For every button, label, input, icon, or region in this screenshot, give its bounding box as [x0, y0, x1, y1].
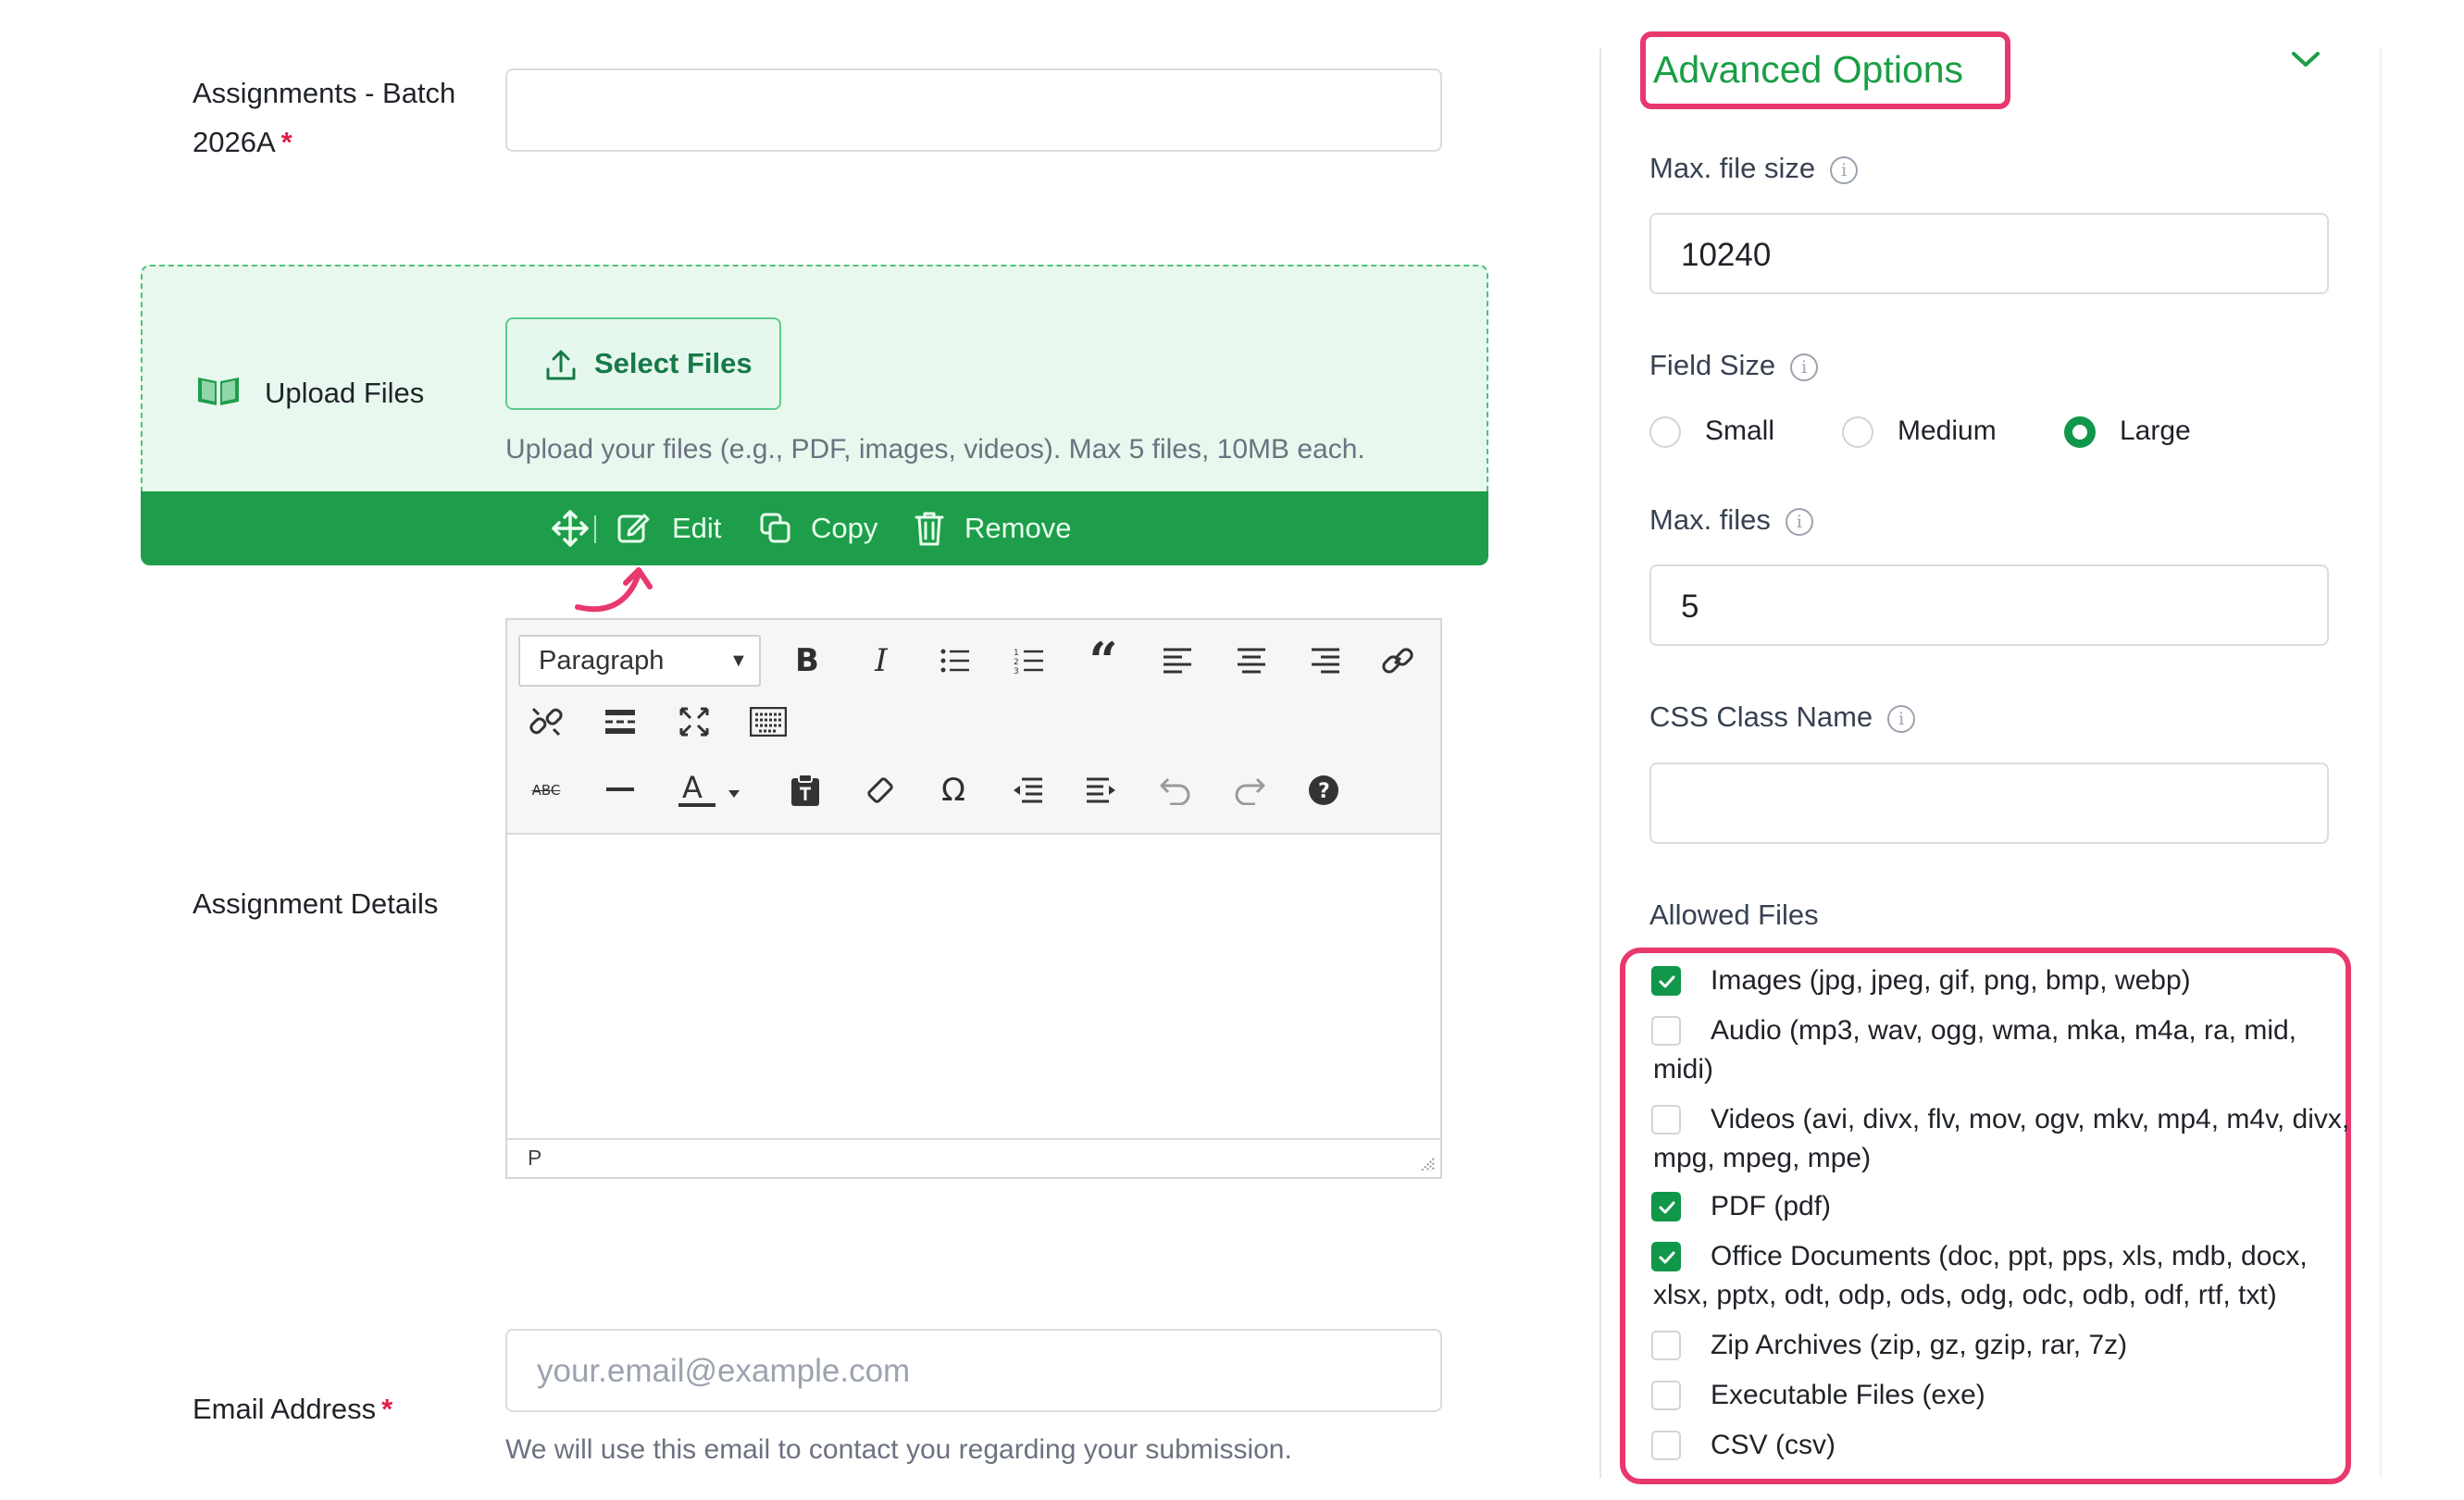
email-label: Email Address * [193, 1393, 393, 1425]
rich-text-editor: Paragraph ▼ B I 123 “ ABC A Ω ? P [505, 618, 1442, 1179]
upload-label: Upload Files [265, 377, 425, 409]
editor-statusbar: P [507, 1138, 1440, 1177]
details-label: Assignment Details [193, 887, 439, 920]
clear-formatting-icon[interactable] [855, 766, 903, 814]
align-right-icon[interactable] [1301, 637, 1350, 685]
field-size-small-label[interactable]: Small [1705, 413, 1774, 450]
field-size-medium-radio[interactable] [1842, 416, 1873, 448]
svg-text:?: ? [1318, 780, 1330, 803]
svg-text:1: 1 [1014, 649, 1019, 658]
align-left-icon[interactable] [1153, 637, 1201, 685]
required-mark: * [280, 126, 292, 158]
chevron-down-icon[interactable] [2290, 48, 2321, 70]
max-file-size-label: Max. file size i [1649, 145, 1859, 192]
allowed-exe-label[interactable]: Executable Files (exe) [1653, 1376, 2357, 1415]
help-icon[interactable]: ? [1300, 766, 1348, 814]
resize-handle-icon[interactable] [1418, 1155, 1435, 1171]
allowed-office-label[interactable]: Office Documents (doc, ppt, pps, xls, md… [1653, 1237, 2357, 1315]
indent-icon[interactable] [1077, 766, 1126, 814]
panel-divider [1599, 48, 1601, 1478]
field-size-large-radio[interactable] [2064, 416, 2096, 448]
editor-toolbar: Paragraph ▼ B I 123 “ ABC A Ω ? [507, 620, 1440, 835]
toolbar-toggle-icon[interactable] [744, 698, 792, 746]
block-format-select[interactable]: Paragraph ▼ [518, 635, 761, 687]
required-mark: * [381, 1393, 393, 1425]
upload-icon [546, 350, 576, 380]
assignments-input[interactable] [505, 68, 1442, 152]
book-open-icon [194, 372, 243, 409]
fullscreen-icon[interactable] [670, 698, 718, 746]
advanced-options-title[interactable]: Advanced Options [1653, 37, 1963, 102]
numbered-list-icon[interactable]: 123 [1005, 637, 1053, 685]
edit-button[interactable]: Edit [616, 491, 721, 565]
copy-button[interactable]: Copy [759, 491, 877, 565]
special-character-icon[interactable]: Ω [929, 766, 977, 814]
remove-button[interactable]: Remove [914, 491, 1071, 565]
bold-icon[interactable]: B [783, 637, 831, 685]
dropdown-caret-icon: ▼ [729, 651, 748, 671]
assignments-label: Assignments - Batch 2026A * [193, 77, 456, 158]
css-class-input[interactable] [1649, 762, 2329, 844]
allowed-zip-label[interactable]: Zip Archives (zip, gz, gzip, rar, 7z) [1653, 1326, 2357, 1365]
upload-help-text: Upload your files (e.g., PDF, images, vi… [505, 434, 1365, 465]
allowed-images-label[interactable]: Images (jpg, jpeg, gif, png, bmp, webp) [1653, 961, 2357, 1000]
info-icon[interactable]: i [1887, 704, 1916, 733]
editor-content-area[interactable] [507, 835, 1440, 1140]
info-icon[interactable]: i [1790, 353, 1819, 381]
max-file-size-input[interactable]: 10240 [1649, 213, 2329, 294]
field-size-medium-label[interactable]: Medium [1898, 413, 1997, 450]
align-center-icon[interactable] [1227, 637, 1276, 685]
redo-icon[interactable] [1226, 766, 1274, 814]
trash-icon [915, 512, 944, 546]
select-files-button[interactable]: Select Files [505, 317, 781, 410]
read-more-icon[interactable] [596, 698, 644, 746]
undo-icon[interactable] [1151, 766, 1200, 814]
horizontal-line-icon[interactable] [596, 766, 644, 814]
link-icon[interactable] [1374, 637, 1422, 685]
field-size-small-radio[interactable] [1649, 416, 1681, 448]
allowed-csv-label[interactable]: CSV (csv) [1653, 1426, 2357, 1465]
curved-arrow-icon [575, 567, 653, 613]
info-icon[interactable]: i [1785, 507, 1813, 536]
css-class-label: CSS Class Name i [1649, 694, 1916, 740]
allowed-audio-label[interactable]: Audio (mp3, wav, ogg, wma, mka, m4a, ra,… [1653, 1011, 2357, 1089]
italic-icon[interactable]: I [857, 637, 905, 685]
field-size-large-label[interactable]: Large [2120, 413, 2191, 450]
text-color-icon[interactable]: A [670, 766, 744, 814]
info-icon[interactable]: i [1830, 155, 1859, 184]
email-input[interactable]: your.email@example.com [505, 1329, 1442, 1412]
strikethrough-icon[interactable]: ABC [522, 766, 570, 814]
copy-icon [760, 513, 790, 543]
edit-icon [617, 514, 650, 543]
paste-text-icon[interactable] [781, 766, 829, 814]
allowed-videos-label[interactable]: Videos (avi, divx, flv, mov, ogv, mkv, m… [1653, 1100, 2357, 1178]
blockquote-icon[interactable]: “ [1079, 631, 1127, 690]
email-help-text: We will use this email to contact you re… [505, 1434, 1292, 1465]
max-files-input[interactable]: 5 [1649, 564, 2329, 646]
toolbar-separator [594, 515, 596, 543]
panel-edge [2380, 48, 2382, 1478]
max-files-label: Max. files i [1649, 497, 1813, 543]
email-placeholder: your.email@example.com [537, 1353, 911, 1389]
element-path[interactable]: P [528, 1140, 541, 1175]
svg-text:A: A [682, 770, 703, 805]
field-action-toolbar: Edit Copy Remove [141, 491, 1488, 565]
move-icon[interactable] [552, 510, 589, 547]
outdent-icon[interactable] [1003, 766, 1052, 814]
field-size-label: Field Size i [1649, 342, 1819, 389]
svg-text:2: 2 [1014, 658, 1019, 667]
bullet-list-icon[interactable] [931, 637, 979, 685]
svg-text:3: 3 [1014, 667, 1019, 675]
unlink-icon[interactable] [522, 698, 570, 746]
allowed-files-label: Allowed Files [1649, 899, 1819, 931]
allowed-pdf-label[interactable]: PDF (pdf) [1653, 1187, 2357, 1226]
